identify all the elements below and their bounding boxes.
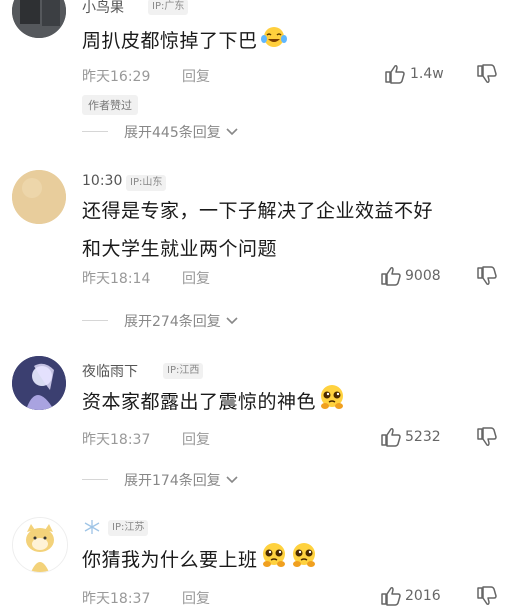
- dislike-icon[interactable]: [476, 64, 498, 88]
- ip-location-tag: IP:山东: [126, 175, 167, 191]
- pleading-face-emoji: [290, 541, 318, 580]
- comment-text: 资本家都露出了震惊的神色: [82, 383, 346, 422]
- reply-button[interactable]: 回复: [182, 268, 210, 288]
- username[interactable]: 夜临雨下: [82, 361, 138, 381]
- reply-button[interactable]: 回复: [182, 429, 210, 449]
- dislike-icon[interactable]: [476, 266, 498, 290]
- expand-replies-label: 展开174条回复: [124, 473, 221, 489]
- like-icon[interactable]: [380, 427, 402, 451]
- author-liked-badge: 作者赞过: [82, 95, 138, 115]
- expand-replies-button[interactable]: 展开274条回复: [124, 311, 239, 331]
- like-icon[interactable]: [380, 586, 402, 610]
- comment-text: 周扒皮都惊掉了下巴: [82, 22, 288, 61]
- like-icon[interactable]: [384, 64, 406, 88]
- divider: [82, 131, 108, 132]
- divider: [82, 320, 108, 321]
- reply-button[interactable]: 回复: [182, 66, 210, 86]
- like-count: 5232: [405, 429, 441, 445]
- chevron-down-icon: [225, 314, 239, 330]
- ip-location-tag: IP:广东: [148, 0, 189, 15]
- crying-laughing-emoji: [260, 23, 288, 61]
- expand-replies-button[interactable]: 展开445条回复: [124, 122, 239, 142]
- like-icon[interactable]: [380, 266, 402, 290]
- pleading-face-emoji: [260, 541, 288, 580]
- comment-text-body: 你猜我为什么要上班: [82, 549, 258, 571]
- comment-text-line: 还得是专家，一下子解决了企业效益不好: [82, 200, 434, 222]
- like-count: 2016: [405, 588, 441, 604]
- dislike-icon[interactable]: [476, 586, 498, 610]
- username[interactable]: 10:30: [82, 173, 122, 189]
- comment-time: 昨天18:37: [82, 591, 151, 607]
- ip-location-tag: IP:江苏: [108, 520, 149, 536]
- chevron-down-icon: [225, 125, 239, 141]
- comment-time: 昨天16:29: [82, 69, 151, 85]
- reply-button[interactable]: 回复: [182, 588, 210, 608]
- expand-replies-button[interactable]: 展开174条回复: [124, 470, 239, 490]
- pleading-face-emoji: [318, 383, 346, 422]
- comment-text: 还得是专家，一下子解决了企业效益不好 和大学生就业两个问题: [82, 192, 433, 268]
- comment-time: 昨天18:14: [82, 271, 151, 287]
- comment-text: 你猜我为什么要上班: [82, 541, 318, 580]
- expand-replies-label: 展开445条回复: [124, 125, 221, 141]
- snowflake-icon: [82, 519, 102, 539]
- like-count: 1.4w: [410, 66, 444, 82]
- chevron-down-icon: [225, 473, 239, 489]
- expand-replies-label: 展开274条回复: [124, 314, 221, 330]
- ip-location-tag: IP:江西: [163, 363, 204, 379]
- username[interactable]: 小鸟果: [82, 0, 124, 17]
- like-count: 9008: [405, 268, 441, 284]
- avatar[interactable]: [12, 0, 66, 38]
- avatar[interactable]: [12, 517, 68, 573]
- dislike-icon[interactable]: [476, 427, 498, 451]
- comment-time: 昨天18:37: [82, 432, 151, 448]
- comment-text-body: 资本家都露出了震惊的神色: [82, 391, 317, 413]
- comment-text-body: 周扒皮都惊掉了下巴: [82, 30, 258, 52]
- divider: [82, 479, 108, 480]
- avatar[interactable]: [12, 170, 66, 224]
- comment-text-line: 和大学生就业两个问题: [82, 238, 278, 260]
- avatar[interactable]: [12, 356, 66, 410]
